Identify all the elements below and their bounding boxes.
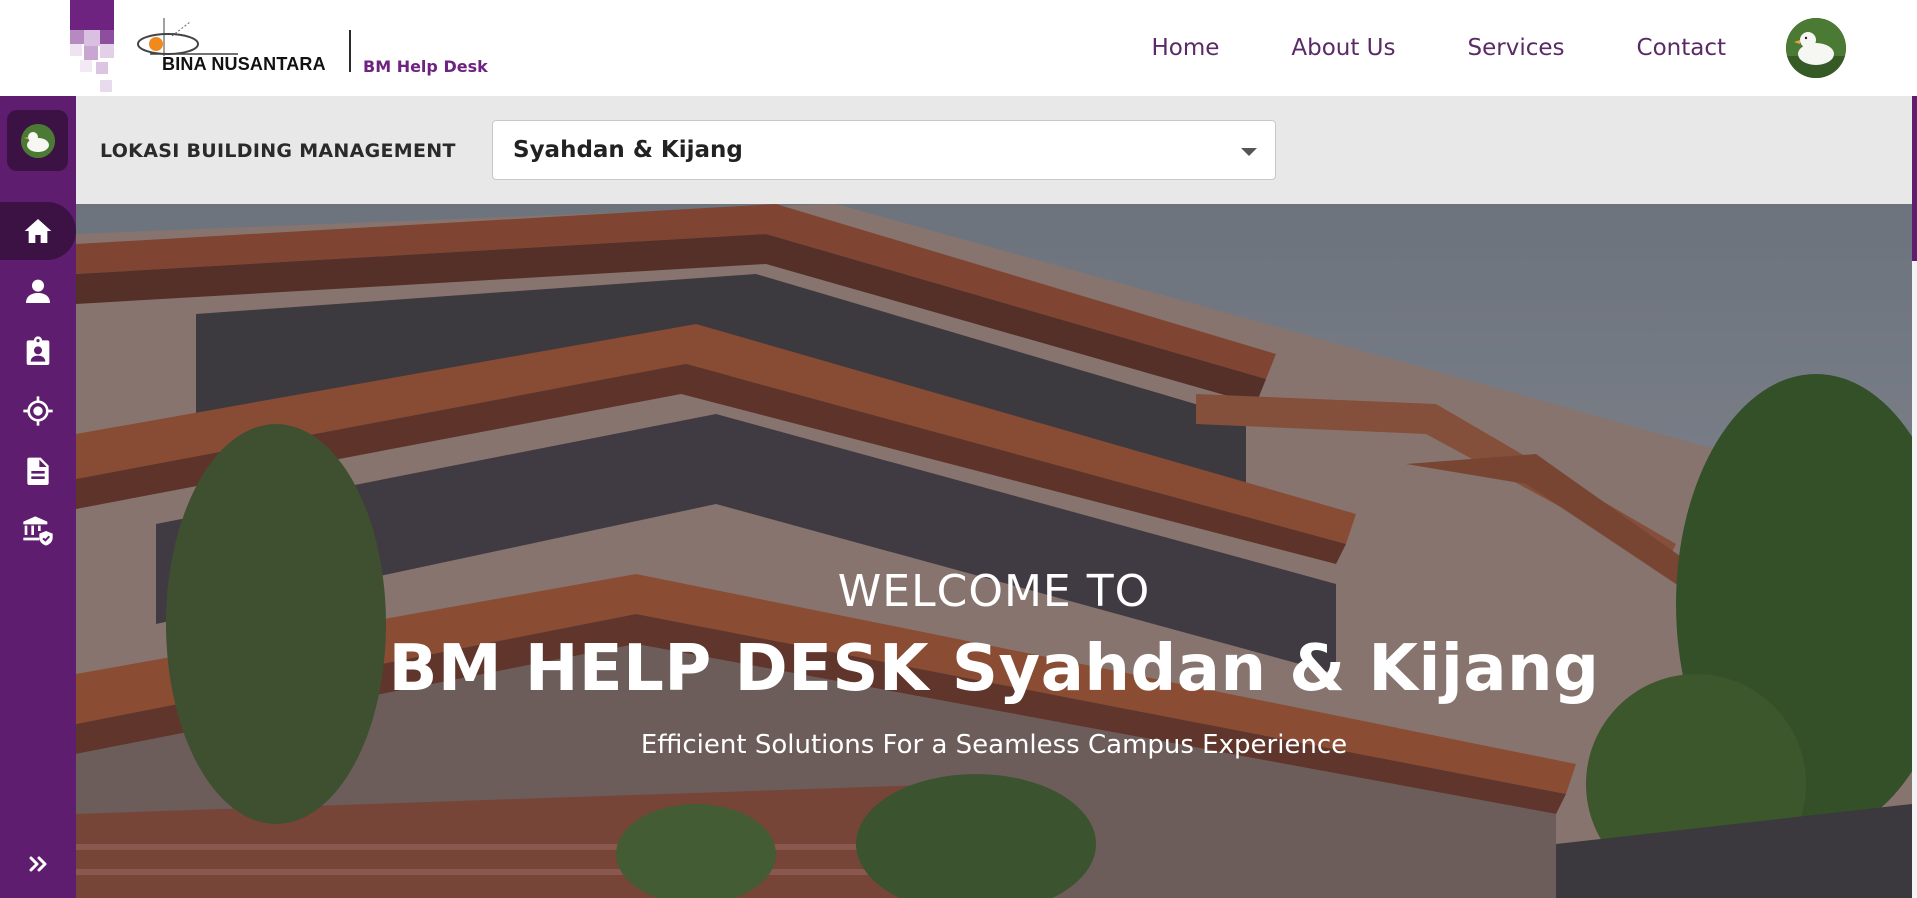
binus-logo[interactable]: BINA NUSANTARA BM Help Desk — [70, 0, 490, 96]
sidebar-item-building[interactable] — [0, 502, 76, 560]
user-avatar[interactable] — [1786, 18, 1846, 78]
hero-title: BM HELP DESK Syahdan & Kijang — [388, 632, 1600, 706]
hero-overlay — [76, 204, 1912, 898]
logo-wordmark: BINA NUSANTARA — [162, 54, 326, 74]
hero-pretitle: WELCOME TO — [837, 566, 1151, 617]
clipboard-user-icon — [26, 336, 50, 365]
location-select-value: Syahdan & Kijang — [513, 137, 743, 163]
document-icon — [27, 457, 49, 485]
nav-link-about-us[interactable]: About Us — [1291, 35, 1395, 61]
location-bar: LOKASI BUILDING MANAGEMENT Syahdan & Kij… — [76, 96, 1912, 204]
hero-banner: WELCOME TO BM HELP DESK Syahdan & Kijang… — [76, 204, 1912, 898]
logo-product-name: BM Help Desk — [363, 57, 488, 76]
home-icon — [24, 219, 52, 243]
sidebar — [0, 96, 76, 898]
sidebar-item-location[interactable] — [0, 382, 76, 440]
logo-divider — [349, 30, 351, 72]
sidebar-expand-button[interactable] — [0, 844, 76, 884]
duck-avatar-icon — [1786, 18, 1846, 78]
location-target-icon — [23, 396, 53, 426]
hero-subtitle: Efficient Solutions For a Seamless Campu… — [640, 730, 1348, 760]
logo-mosaic-graphic — [70, 0, 114, 96]
top-navbar: BINA NUSANTARA BM Help Desk Home About U… — [0, 0, 1917, 96]
double-chevron-right-icon — [29, 856, 47, 872]
sidebar-user-avatar[interactable] — [7, 110, 68, 171]
nav-link-home[interactable]: Home — [1151, 35, 1219, 61]
sidebar-item-reports[interactable] — [0, 442, 76, 500]
page-scrollbar-thumb[interactable] — [1912, 96, 1917, 261]
logo-swoosh-graphic — [137, 18, 238, 56]
main-nav: Home About Us Services Contact — [1151, 0, 1917, 96]
location-select[interactable]: Syahdan & Kijang — [492, 120, 1276, 180]
nav-link-contact[interactable]: Contact — [1637, 35, 1726, 61]
caret-down-icon — [1241, 148, 1257, 156]
building-shield-icon — [23, 516, 53, 546]
sidebar-item-home[interactable] — [0, 202, 76, 260]
sidebar-item-profile[interactable] — [0, 262, 76, 320]
location-label: LOKASI BUILDING MANAGEMENT — [100, 140, 456, 162]
nav-link-services[interactable]: Services — [1468, 35, 1565, 61]
duck-avatar-icon — [20, 123, 55, 158]
user-icon — [26, 279, 50, 303]
sidebar-item-assignments[interactable] — [0, 322, 76, 380]
